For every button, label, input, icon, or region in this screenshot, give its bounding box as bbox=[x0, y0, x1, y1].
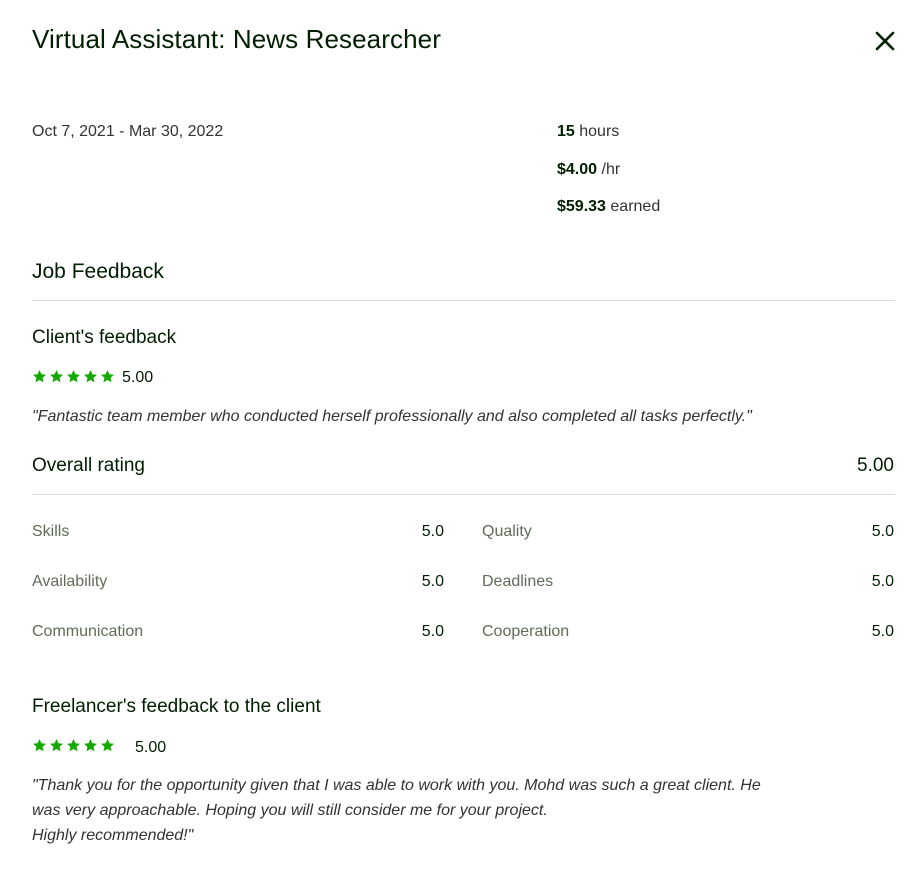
freelancer-feedback-heading: Freelancer's feedback to the client bbox=[32, 696, 321, 717]
divider bbox=[32, 300, 895, 301]
category-value-skills: 5.0 bbox=[421, 523, 444, 540]
category-label-cooperation: Cooperation bbox=[482, 623, 570, 640]
quote-line: "Thank you for the opportunity given tha… bbox=[32, 777, 761, 794]
star-icon bbox=[33, 739, 46, 752]
rate-stat: $4.00 /hr bbox=[557, 159, 620, 181]
category-value-communication: 5.0 bbox=[421, 623, 444, 640]
category-value-cooperation: 5.0 bbox=[871, 623, 894, 640]
category-value-quality: 5.0 bbox=[871, 523, 894, 540]
star-icon bbox=[50, 739, 63, 752]
job-feedback-heading: Job Feedback bbox=[32, 260, 164, 283]
freelancer-score: 5.00 bbox=[135, 739, 167, 756]
rate-unit: /hr bbox=[601, 161, 621, 178]
close-icon bbox=[875, 31, 895, 51]
star-icon bbox=[67, 370, 80, 383]
freelancer-feedback-quote: "Thank you for the opportunity given tha… bbox=[32, 773, 882, 848]
star-icon bbox=[67, 739, 80, 752]
contract-date-range: Oct 7, 2021 - Mar 30, 2022 bbox=[32, 123, 224, 140]
star-icon bbox=[84, 370, 97, 383]
client-feedback-quote: "Fantastic team member who conducted her… bbox=[32, 408, 752, 425]
hours-unit: hours bbox=[579, 123, 620, 140]
star-icon bbox=[84, 739, 97, 752]
earned-unit: earned bbox=[610, 198, 661, 215]
overall-rating-label: Overall rating bbox=[32, 455, 145, 476]
quote-line: was very approachable. Hoping you will s… bbox=[32, 802, 548, 819]
star-icon bbox=[33, 370, 46, 383]
rate-value: $4.00 bbox=[557, 161, 598, 178]
modal-title: Virtual Assistant: News Researcher bbox=[32, 24, 441, 54]
client-feedback-heading: Client's feedback bbox=[32, 327, 177, 348]
star-icon bbox=[50, 370, 63, 383]
hours-stat: 15 hours bbox=[557, 121, 619, 143]
divider bbox=[32, 494, 895, 495]
quote-line: Highly recommended!" bbox=[32, 827, 194, 844]
close-button[interactable] bbox=[872, 28, 898, 54]
category-label-quality: Quality bbox=[482, 523, 532, 540]
earned-stat: $59.33 earned bbox=[557, 196, 660, 218]
earned-value: $59.33 bbox=[557, 198, 606, 215]
category-label-availability: Availability bbox=[32, 573, 108, 590]
category-label-communication: Communication bbox=[32, 623, 144, 640]
client-score: 5.00 bbox=[122, 369, 154, 386]
hours-value: 15 bbox=[557, 123, 575, 140]
category-value-deadlines: 5.0 bbox=[871, 573, 894, 590]
freelancer-star-rating bbox=[32, 738, 115, 753]
overall-rating-value: 5.00 bbox=[857, 455, 894, 476]
star-icon bbox=[101, 370, 114, 383]
category-value-availability: 5.0 bbox=[421, 573, 444, 590]
category-label-deadlines: Deadlines bbox=[482, 573, 554, 590]
category-label-skills: Skills bbox=[32, 523, 70, 540]
star-icon bbox=[101, 739, 114, 752]
client-star-rating bbox=[32, 369, 115, 384]
